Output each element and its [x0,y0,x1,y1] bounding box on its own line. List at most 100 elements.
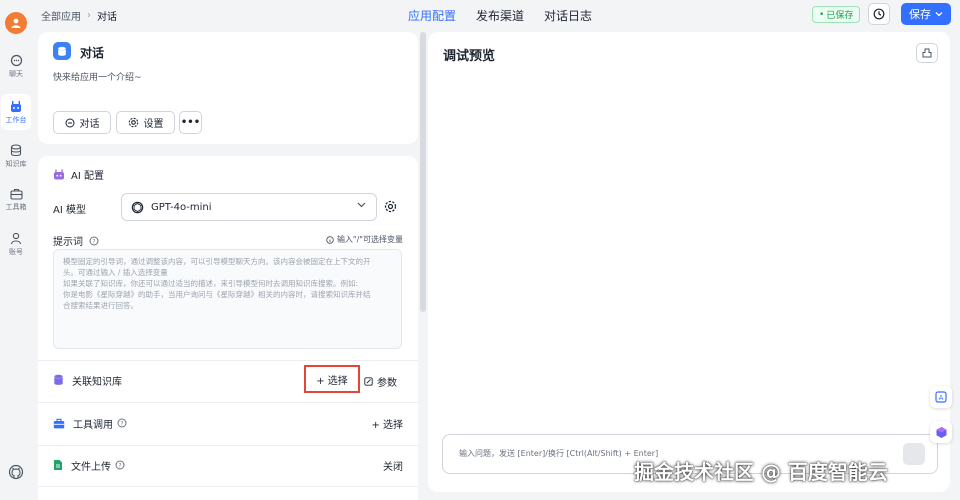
send-button[interactable] [903,443,925,465]
robot-icon [11,100,21,112]
database-icon [10,143,22,156]
knowledge-params-label: 参数 [377,378,397,389]
chat-icon [10,54,22,66]
github-icon [8,464,24,480]
tab-publish-channel[interactable]: 发布渠道 [476,7,524,24]
preview-card: 调试预览 输入问题，发送 [Enter]/换行 [Ctrl(Alt/Shift)… [428,32,950,492]
toolbox-icon [9,188,23,200]
model-select[interactable]: GPT-4o-mini [121,193,377,221]
history-button[interactable] [868,3,890,25]
help-icon[interactable]: ? [115,460,125,470]
file-upload-row: 文件上传 ? 关闭 [53,455,403,475]
watermark: 掘金技术社区 @ 百度智能云 [634,460,888,484]
model-value: GPT-4o-mini [151,201,212,213]
save-button-label: 保存 [909,8,931,21]
prompt-placeholder-line: 合搜索结果进行回答。 [63,301,138,310]
prompt-label: 提示词 [53,237,83,248]
saved-status-label: 已保存 [826,11,854,21]
more-button[interactable]: ••• [179,111,202,134]
clear-chat-button[interactable] [916,43,938,63]
prompt-label-row: 提示词 ? [53,233,99,248]
knowledge-select-button[interactable]: + 选择 [304,365,360,393]
translate-widget[interactable]: A [930,386,952,408]
knowledge-params-button[interactable]: 参数 [364,374,397,389]
prompt-placeholder-line: 头。可通过输入 / 插入选择变量 [63,268,168,277]
gear-icon [384,200,397,213]
github-link[interactable] [8,464,24,483]
user-avatar-icon [11,18,21,28]
ai-config-title: AI 配置 [71,171,104,182]
breadcrumb-root[interactable]: 全部应用 [41,8,81,23]
save-button[interactable]: 保存 [901,3,951,25]
sidebar-item-chat[interactable]: 聊天 [1,48,31,84]
knowledge-select-label: + 选择 [316,375,348,387]
more-icon: ••• [180,117,201,128]
ai-config-header: AI 配置 [53,167,104,182]
help-icon[interactable]: ? [117,418,127,428]
database-icon [54,374,63,385]
chat-icon [65,118,74,127]
ai-config-card: AI 配置 AI 模型 GPT-4o-mini 提示词 ? 输入"/"可选择变量… [38,156,418,500]
prompt-hint: 输入"/"可选择变量 [326,234,403,245]
file-upload-toggle[interactable]: 关闭 [383,458,403,473]
breadcrumb: 全部应用 › 对话 [41,8,117,23]
sidebar-item-label: 聊天 [9,69,23,78]
knowledge-title: 关联知识库 [72,376,122,388]
sidebar-item-knowledge[interactable]: 知识库 [1,138,31,174]
document-ai-icon: A [935,391,947,403]
tab-chat-logs[interactable]: 对话日志 [544,7,592,24]
tools-title: 工具调用 [73,419,113,431]
divider [38,402,418,403]
prompt-hint-text: 输入"/"可选择变量 [336,235,403,244]
file-icon [54,460,62,470]
breadcrumb-separator: › [87,10,91,21]
model-label: AI 模型 [53,205,86,216]
tools-select-button[interactable]: + 选择 [371,416,403,431]
gear-icon [128,117,138,128]
info-icon [326,235,334,244]
preview-title: 调试预览 [443,49,496,64]
divider [38,486,418,487]
top-bar: 全部应用 › 对话 应用配置 发布渠道 对话日志 • 已保存 保存 [32,0,960,30]
tab-bar: 应用配置 发布渠道 对话日志 [408,7,592,24]
edit-icon [364,377,373,386]
svg-text:?: ? [120,421,123,428]
robot-icon [54,169,64,180]
saved-status-badge: • 已保存 [812,6,861,23]
cube-icon [936,426,946,438]
help-icon[interactable]: ? [89,236,99,246]
user-icon [10,232,22,244]
sidebar-item-toolbox[interactable]: 工具箱 [1,182,31,218]
sidebar-item-account[interactable]: 账号 [1,226,31,262]
svg-text:?: ? [92,238,95,245]
chevron-down-icon [935,12,943,17]
prompt-placeholder-line: 如果关联了知识库，你还可以通过适当的描述，来引导模型何时去调用知识库搜索。例如: [63,279,359,288]
settings-button[interactable]: 设置 [116,111,175,134]
openai-icon [131,201,144,213]
tools-row: 工具调用 ? + 选择 [53,413,403,433]
divider [38,445,418,446]
prompt-textarea[interactable]: 模型固定的引导词，通过调整该内容，可以引导模型聊天方向。该内容会被固定在上下文的… [53,249,402,349]
clock-icon [873,8,885,20]
chat-input-placeholder: 输入问题，发送 [Enter]/换行 [Ctrl(Alt/Shift) + En… [459,449,659,458]
app-info-card: 对话 快来给应用一个介绍~ 对话 设置 ••• [38,32,418,144]
tab-app-config[interactable]: 应用配置 [408,7,456,24]
sidebar-item-label: 工具箱 [5,203,27,211]
scrollbar[interactable] [420,32,426,312]
prompt-placeholder-line: 你是电影《星际穿越》的助手，当用户询问与《星际穿越》相关的内容时，请搜索知识库并… [63,290,371,299]
avatar[interactable] [5,12,27,34]
chevron-down-icon [357,202,366,208]
sidebar-item-workbench[interactable]: 工作台 [1,94,31,130]
svg-text:A: A [939,394,944,402]
assistant-widget[interactable] [930,421,952,443]
dot-icon: • [819,9,825,20]
chat-button-label: 对话 [79,119,100,130]
breadcrumb-current: 对话 [97,12,117,23]
chat-button[interactable]: 对话 [53,111,111,134]
svg-text:?: ? [118,463,121,470]
sidebar-item-label: 知识库 [5,159,27,168]
app-icon [53,42,71,60]
model-settings-button[interactable] [384,200,397,216]
settings-button-label: 设置 [143,119,164,130]
app-description[interactable]: 快来给应用一个介绍~ [53,70,142,83]
